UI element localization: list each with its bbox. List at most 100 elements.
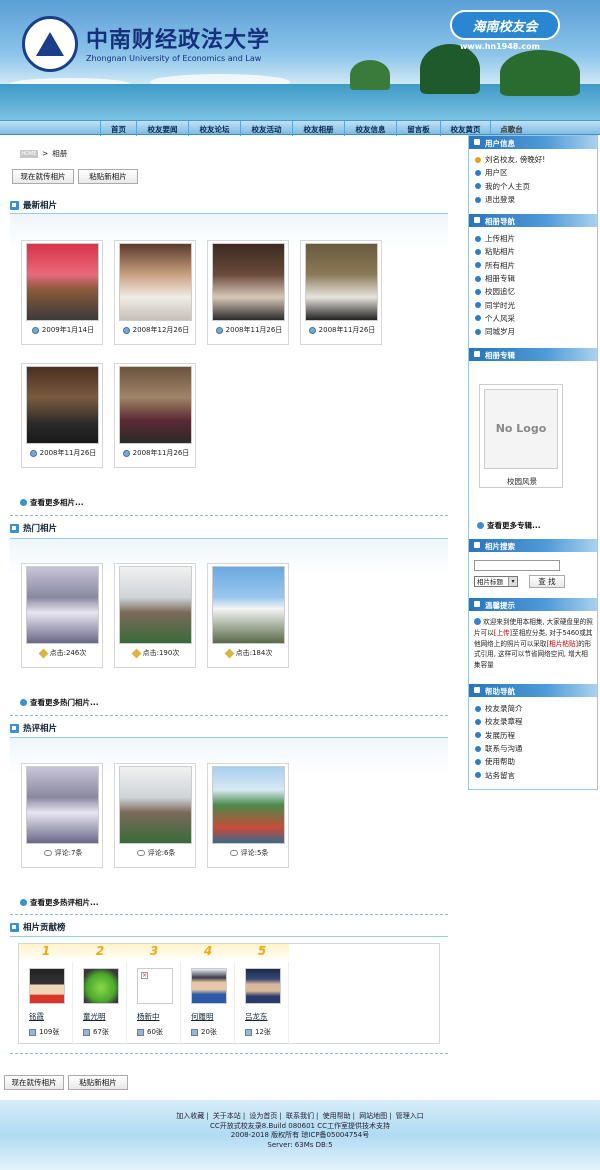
nav-events[interactable]: 校友活动 <box>240 121 292 136</box>
sidebar-item-charter[interactable]: 校友录章程 <box>475 715 523 728</box>
avatar[interactable] <box>191 968 227 1004</box>
chevron-down-icon[interactable]: ▾ <box>508 577 517 586</box>
sidebar-item-upload[interactable]: 上传相片 <box>475 232 515 245</box>
sidebar-item-label[interactable]: 校友录简介 <box>485 703 523 714</box>
upload-photo-button[interactable]: 现在就传相片 <box>12 169 74 184</box>
nav-album[interactable]: 校友相册 <box>292 121 344 136</box>
sidebar-item-label[interactable]: 校园追忆 <box>485 286 515 297</box>
sidebar-item-logout[interactable]: 退出登录 <box>475 193 545 206</box>
sidebar-item-label[interactable]: 退出登录 <box>485 194 515 205</box>
photo-card[interactable]: 2009年1月14日 <box>21 240 103 345</box>
photo-thumbnail[interactable] <box>119 566 192 644</box>
sidebar-item-same-city[interactable]: 同城岁月 <box>475 325 515 338</box>
sidebar-item-campus[interactable]: 校园追忆 <box>475 285 515 298</box>
search-button[interactable]: 查 找 <box>529 575 565 588</box>
photo-thumbnail[interactable] <box>26 366 99 444</box>
footer-link-sitemap[interactable]: 网站地图 <box>359 1112 387 1120</box>
sidebar-item-intro[interactable]: 校友录简介 <box>475 702 523 715</box>
sidebar-item-label[interactable]: 站务留言 <box>485 770 515 781</box>
footer-link-contact[interactable]: 联系我们 <box>286 1112 314 1120</box>
home-icon[interactable]: HOME <box>20 149 38 158</box>
more-hot-photos-text[interactable]: 查看更多热门相片... <box>30 697 99 708</box>
user-name-link[interactable]: 童光明 <box>83 1011 106 1022</box>
photo-card[interactable]: 点击:190次 <box>114 563 196 668</box>
footer-link-set-home[interactable]: 设为首页 <box>249 1112 277 1120</box>
photo-thumbnail[interactable] <box>212 566 285 644</box>
sidebar-item-personal[interactable]: 个人风采 <box>475 312 515 325</box>
sidebar-item-label[interactable]: 同学时光 <box>485 300 515 311</box>
sidebar-item-label[interactable]: 我的个人主页 <box>485 181 530 192</box>
photo-card[interactable]: 2008年12月26日 <box>114 240 196 345</box>
photo-card[interactable]: 2008年11月26日 <box>300 240 382 345</box>
photo-card[interactable]: 2008年11月26日 <box>21 363 103 468</box>
photo-search-input[interactable] <box>474 560 560 571</box>
broken-image-avatar[interactable]: × <box>137 968 173 1004</box>
sidebar-item-label[interactable]: 相册专辑 <box>485 273 515 284</box>
photo-thumbnail[interactable] <box>26 566 99 644</box>
photo-card[interactable]: 2008年11月26日 <box>114 363 196 468</box>
user-name-link[interactable]: 铭霞 <box>29 1011 44 1022</box>
tips-upload-link[interactable]: [上传] <box>494 629 512 637</box>
more-albums-text[interactable]: 查看更多专辑... <box>487 520 541 531</box>
sidebar-item-homepage[interactable]: 我的个人主页 <box>475 180 545 193</box>
sidebar-item-history[interactable]: 发展历程 <box>475 729 523 742</box>
nav-news[interactable]: 校友要闻 <box>136 121 188 136</box>
nav-song-request[interactable]: 点歌台 <box>490 121 532 136</box>
more-hot-comment-text[interactable]: 查看更多热评相片... <box>30 897 99 908</box>
photo-thumbnail[interactable] <box>26 766 99 844</box>
avatar[interactable] <box>83 968 119 1004</box>
sidebar-item-classmates[interactable]: 同学时光 <box>475 298 515 311</box>
sidebar-item-label[interactable]: 发展历程 <box>485 730 515 741</box>
more-photos-link[interactable]: 查看更多相片... <box>20 497 84 508</box>
photo-thumbnail[interactable] <box>212 243 285 321</box>
more-hot-comment-link[interactable]: 查看更多热评相片... <box>20 897 99 908</box>
more-hot-photos-link[interactable]: 查看更多热门相片... <box>20 697 99 708</box>
sidebar-item-help[interactable]: 使用帮助 <box>475 755 523 768</box>
sidebar-item-label[interactable]: 同城岁月 <box>485 326 515 337</box>
avatar[interactable] <box>245 968 281 1004</box>
album-label[interactable]: 校园风景 <box>480 476 564 487</box>
photo-card[interactable]: 2008年11月26日 <box>207 240 289 345</box>
photo-thumbnail[interactable] <box>212 766 285 844</box>
footer-link-help[interactable]: 使用帮助 <box>323 1112 351 1120</box>
user-name-link[interactable]: 杨新中 <box>137 1011 160 1022</box>
no-logo-placeholder[interactable]: No Logo <box>484 389 558 469</box>
photo-card[interactable]: 点击:184次 <box>207 563 289 668</box>
sidebar-item-label[interactable]: 使用帮助 <box>485 756 515 767</box>
nav-yellowpages[interactable]: 校友黄页 <box>440 121 490 136</box>
sidebar-item-label[interactable]: 粘贴相片 <box>485 246 515 257</box>
photo-thumbnail[interactable] <box>305 243 378 321</box>
photo-thumbnail[interactable] <box>119 243 192 321</box>
user-name-link[interactable]: 何履明 <box>191 1011 214 1022</box>
avatar[interactable] <box>29 968 65 1004</box>
footer-link-admin[interactable]: 管理入口 <box>396 1112 424 1120</box>
photo-thumbnail[interactable] <box>119 366 192 444</box>
more-albums-link[interactable]: 查看更多专辑... <box>477 520 541 531</box>
sidebar-item-label[interactable]: 所有相片 <box>485 260 515 271</box>
nav-home[interactable]: 首页 <box>100 121 136 136</box>
photo-thumbnail[interactable] <box>119 766 192 844</box>
nav-guestbook[interactable]: 留言板 <box>396 121 440 136</box>
sidebar-item-label[interactable]: 联系与沟通 <box>485 743 523 754</box>
sidebar-item-label[interactable]: 用户区 <box>485 167 508 178</box>
photo-card[interactable]: 评论:5条 <box>207 763 289 868</box>
footer-link-about[interactable]: 关于本站 <box>213 1112 241 1120</box>
photo-thumbnail[interactable] <box>26 243 99 321</box>
sidebar-item-label[interactable]: 校友录章程 <box>485 716 523 727</box>
sidebar-item-all-photos[interactable]: 所有相片 <box>475 259 515 272</box>
search-field-select[interactable]: 相片标题 ▾ <box>474 576 518 587</box>
paste-photo-button[interactable]: 粘贴新相片 <box>78 169 138 184</box>
tips-paste-link[interactable]: [相片粘贴] <box>547 640 579 648</box>
sidebar-item-label[interactable]: 上传相片 <box>485 233 515 244</box>
sidebar-item-user-area[interactable]: 用户区 <box>475 166 545 179</box>
paste-photo-button-bottom[interactable]: 粘贴新相片 <box>68 1075 128 1090</box>
photo-card[interactable]: 评论:6条 <box>114 763 196 868</box>
photo-card[interactable]: 点击:246次 <box>21 563 103 668</box>
nav-forum[interactable]: 校友论坛 <box>188 121 240 136</box>
sidebar-item-paste[interactable]: 粘贴相片 <box>475 245 515 258</box>
sidebar-item-albums[interactable]: 相册专辑 <box>475 272 515 285</box>
nav-info[interactable]: 校友信息 <box>344 121 396 136</box>
user-name-link[interactable]: 吕龙东 <box>245 1011 268 1022</box>
footer-link-bookmark[interactable]: 加入收藏 <box>176 1112 204 1120</box>
photo-card[interactable]: 评论:7条 <box>21 763 103 868</box>
